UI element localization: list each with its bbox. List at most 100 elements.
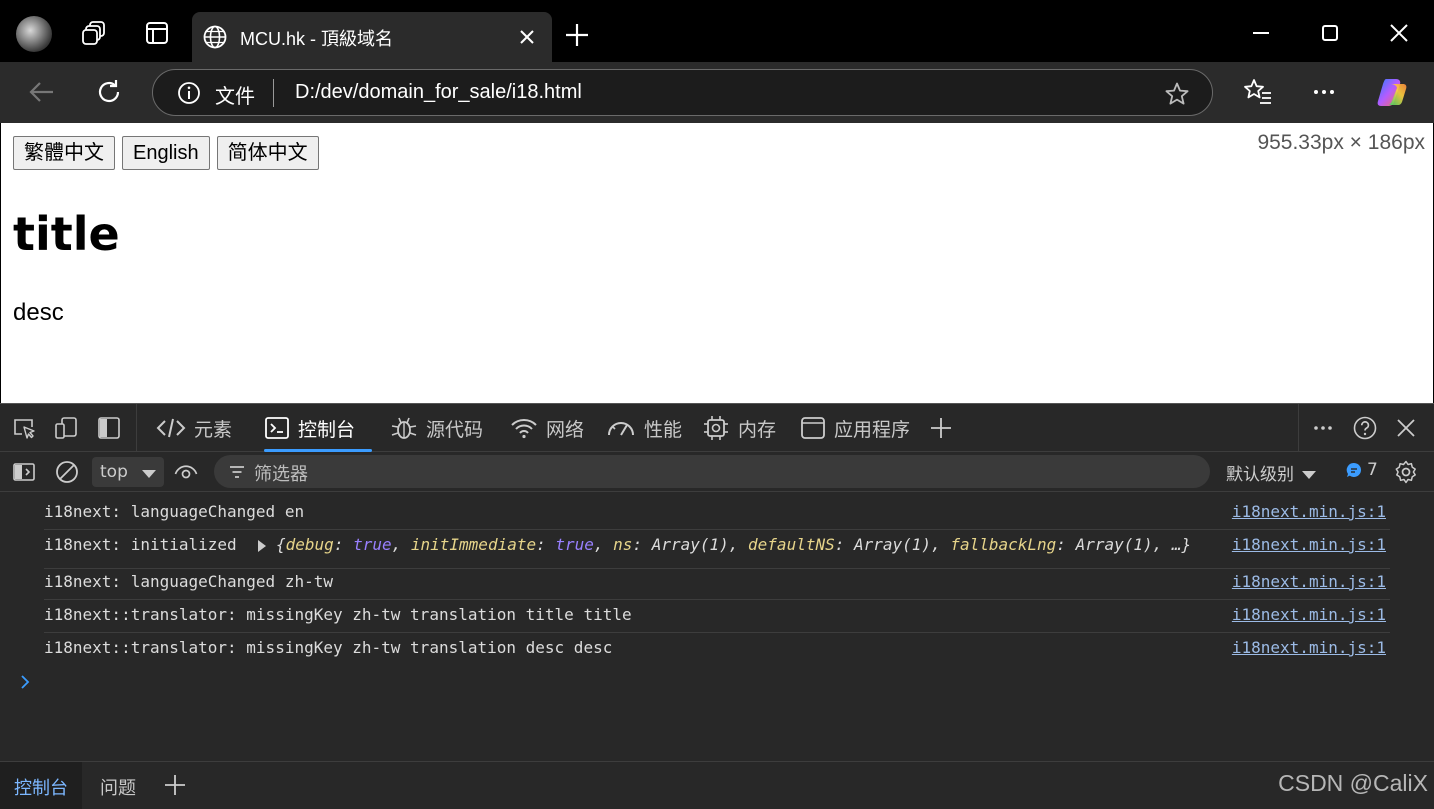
dock-side-icon[interactable] xyxy=(97,416,121,440)
info-icon[interactable] xyxy=(177,81,201,105)
console-message: i18next::translator: missingKey zh-tw tr… xyxy=(44,638,1390,666)
globe-icon xyxy=(203,25,227,49)
close-devtools-icon[interactable] xyxy=(1394,416,1418,440)
lang-button-zh-cn[interactable]: 简体中文 xyxy=(216,136,319,170)
tab-sources-label: 源代码 xyxy=(426,418,484,441)
drawer-tab-issues[interactable]: 问题 xyxy=(86,762,150,809)
live-expression-eye-icon[interactable] xyxy=(174,460,198,484)
copilot-icon[interactable] xyxy=(1376,76,1408,108)
tab-memory-label: 内存 xyxy=(738,418,777,441)
console-message-source-link[interactable]: i18next.min.js:1 xyxy=(1232,535,1386,554)
drawer-tab-console[interactable]: 控制台 xyxy=(0,762,82,809)
lang-button-en[interactable]: English xyxy=(122,136,210,170)
refresh-icon[interactable] xyxy=(93,76,125,108)
back-arrow-icon[interactable] xyxy=(26,76,58,108)
wifi-icon xyxy=(511,419,537,439)
console-message: i18next::translator: missingKey zh-tw tr… xyxy=(44,605,1390,633)
console-message-source-link[interactable]: i18next.min.js:1 xyxy=(1232,502,1386,521)
lang-button-zh-tw[interactable]: 繁體中文 xyxy=(13,136,115,170)
tab-sources[interactable]: 源代码 xyxy=(390,404,483,452)
tab-console-label: 控制台 xyxy=(298,418,356,441)
console-message: i18next: languageChanged en i18next.min.… xyxy=(44,502,1390,530)
close-window-icon[interactable] xyxy=(1384,18,1414,48)
browser-tab-strip: MCU.hk - 頂級域名 xyxy=(0,0,1434,62)
console-message-source-link[interactable]: i18next.min.js:1 xyxy=(1232,605,1386,624)
address-bar[interactable]: 文件 D:/dev/domain_for_sale/i18.html xyxy=(152,69,1213,116)
context-selector[interactable]: top xyxy=(92,457,164,487)
profile-avatar[interactable] xyxy=(16,16,52,52)
viewport-size-readout: 955.33px × 186px xyxy=(1257,131,1425,154)
page-description: desc xyxy=(13,299,64,326)
language-switcher: 繁體中文 English 简体中文 xyxy=(13,136,319,170)
filter-placeholder: 筛选器 xyxy=(254,464,308,485)
console-filter-input[interactable]: 筛选器 xyxy=(214,455,1210,488)
context-selector-value: top xyxy=(100,462,128,482)
filter-icon xyxy=(230,466,244,478)
issues-counter[interactable]: 7 xyxy=(1345,460,1378,480)
workspaces-icon[interactable] xyxy=(80,18,110,48)
page-viewport: 繁體中文 English 简体中文 955.33px × 186px title… xyxy=(1,123,1433,403)
tab-network[interactable]: 网络 xyxy=(510,404,584,452)
maximize-window-icon[interactable] xyxy=(1315,18,1345,48)
console-settings-gear-icon[interactable] xyxy=(1394,460,1418,484)
minimize-window-icon[interactable] xyxy=(1246,18,1276,48)
help-icon[interactable] xyxy=(1353,416,1377,440)
more-options-icon[interactable] xyxy=(1308,76,1340,108)
address-scheme-label: 文件 xyxy=(215,86,255,108)
sidebar-toggle-icon[interactable] xyxy=(12,460,36,484)
page-title: title xyxy=(13,207,120,261)
drawer-add-tool-icon[interactable] xyxy=(162,772,188,798)
console-message-text[interactable]: i18next::translator: missingKey zh-tw tr… xyxy=(44,605,632,624)
favorites-list-icon[interactable] xyxy=(1242,76,1274,108)
chevron-down-icon xyxy=(1302,471,1316,479)
console-message-text[interactable]: i18next::translator: missingKey zh-tw tr… xyxy=(44,638,612,657)
console-message: i18next: initialized {debug: true, initI… xyxy=(44,535,1390,569)
active-browser-tab[interactable]: MCU.hk - 頂級域名 xyxy=(192,12,552,62)
console-message-source-link[interactable]: i18next.min.js:1 xyxy=(1232,638,1386,657)
console-message: i18next: languageChanged zh-tw i18next.m… xyxy=(44,572,1390,600)
console-icon xyxy=(265,417,289,439)
devtools-divider xyxy=(136,404,137,452)
object-preview-text: {debug: true, initImmediate: true, ns: A… xyxy=(276,535,1192,554)
console-message-text[interactable]: i18next: languageChanged zh-tw xyxy=(44,572,333,591)
console-prompt-chevron-icon[interactable] xyxy=(18,672,32,692)
console-message-text[interactable]: i18next: languageChanged en xyxy=(44,502,304,521)
clear-console-icon[interactable] xyxy=(55,460,79,484)
tab-elements[interactable]: 元素 xyxy=(156,404,232,452)
vertical-tabs-icon[interactable] xyxy=(142,18,172,48)
console-message-text[interactable]: i18next: initialized xyxy=(44,535,237,554)
chevron-down-icon xyxy=(142,470,156,478)
chip-icon xyxy=(704,416,728,440)
favorite-star-icon[interactable] xyxy=(1164,81,1190,107)
new-tab-icon[interactable] xyxy=(562,20,592,50)
tab-network-label: 网络 xyxy=(546,418,585,441)
console-log-area: i18next: languageChanged en i18next.min.… xyxy=(0,492,1434,760)
tab-application[interactable]: 应用程序 xyxy=(800,404,910,452)
add-tool-plus-icon[interactable] xyxy=(929,416,953,440)
expand-triangle-icon[interactable] xyxy=(258,539,266,552)
close-tab-icon[interactable] xyxy=(516,26,538,48)
inspect-element-icon[interactable] xyxy=(12,416,36,440)
console-filter-bar: top 筛选器 默认级别 7 xyxy=(0,452,1434,492)
log-levels-dropdown[interactable]: 默认级别 xyxy=(1226,460,1316,485)
bug-icon xyxy=(391,417,417,439)
tab-memory[interactable]: 内存 xyxy=(702,404,776,452)
tab-title: MCU.hk - 頂級域名 xyxy=(240,29,393,49)
devtools-more-icon[interactable] xyxy=(1311,416,1335,440)
tab-application-label: 应用程序 xyxy=(834,418,911,441)
devtools-panel: 元素 控制台 源代码 网络 性能 内存 应用程序 top 筛选器 默认级别 7 … xyxy=(0,403,1434,809)
devtools-drawer: 控制台 问题 CSDN @CaliX xyxy=(0,761,1434,809)
devtools-divider xyxy=(1298,404,1299,452)
issues-count: 7 xyxy=(1367,460,1378,480)
code-brackets-icon xyxy=(156,418,186,438)
address-separator xyxy=(273,79,274,107)
tab-console[interactable]: 控制台 xyxy=(264,404,372,452)
device-emulation-icon[interactable] xyxy=(54,416,78,440)
devtools-tab-bar: 元素 控制台 源代码 网络 性能 内存 应用程序 xyxy=(0,404,1434,452)
tab-performance-label: 性能 xyxy=(644,418,683,441)
tab-elements-label: 元素 xyxy=(194,418,233,441)
object-preview[interactable]: {debug: true, initImmediate: true, ns: A… xyxy=(258,535,1191,554)
console-message-source-link[interactable]: i18next.min.js:1 xyxy=(1232,572,1386,591)
tab-performance[interactable]: 性能 xyxy=(606,404,682,452)
address-url[interactable]: D:/dev/domain_for_sale/i18.html xyxy=(295,81,582,104)
